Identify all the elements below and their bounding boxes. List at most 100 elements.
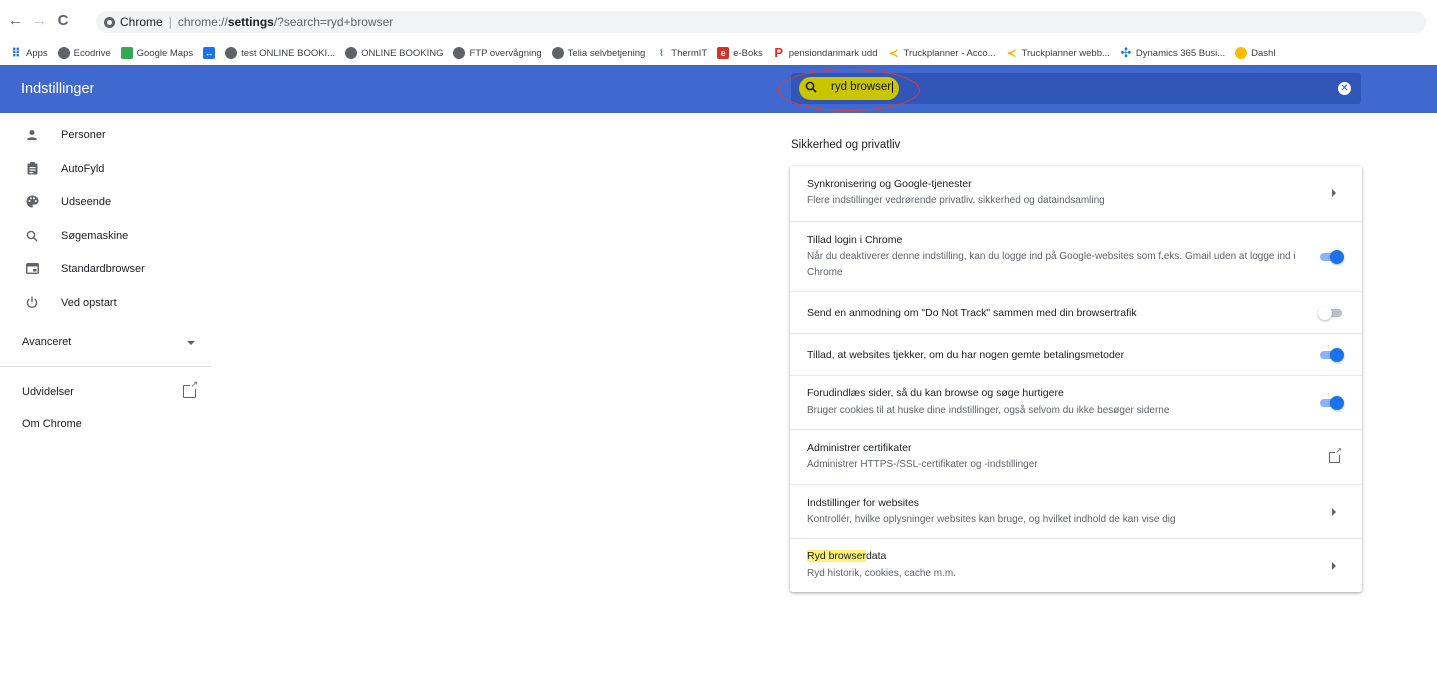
search-icon: [25, 229, 39, 243]
toggle-preload[interactable]: [1318, 396, 1344, 410]
sidebar-item-autofyld[interactable]: AutoFyld: [0, 152, 212, 185]
bookmark-ftp[interactable]: FTP overvågning: [453, 47, 542, 59]
toggle-knob: [1330, 250, 1344, 264]
address-separator: |: [168, 15, 172, 29]
bookmark-apps[interactable]: ⠿ Apps: [10, 47, 47, 59]
bookmark-label: Truckplanner - Acco...: [903, 47, 996, 59]
row-sync[interactable]: Synkronisering og Google-tjenester Flere…: [790, 166, 1362, 221]
open-in-new-icon[interactable]: [1329, 447, 1342, 463]
sidebar-item-label: Personer: [61, 128, 106, 141]
row-manage-certificates[interactable]: Administrer certifikater Administrer HTT…: [790, 429, 1362, 484]
reload-icon[interactable]: C: [56, 12, 70, 29]
sidebar-item-sogemaskine[interactable]: Søgemaskine: [0, 219, 212, 252]
row-site-settings[interactable]: Indstillinger for websites Kontrollér, h…: [790, 484, 1362, 538]
row-subtitle: Flere indstillinger vedrørende privatliv…: [807, 195, 1105, 206]
chevron-down-icon[interactable]: [187, 341, 195, 345]
bookmark-label: FTP overvågning: [469, 47, 542, 59]
row-title: Ryd browserdata: [807, 550, 886, 562]
globe-icon: [345, 47, 358, 59]
bookmark-dynamics[interactable]: ✣ Dynamics 365 Busi...: [1120, 46, 1226, 59]
bookmark-thermit[interactable]: ⌇ ThermIT: [655, 47, 707, 59]
row-subtitle: Ryd historik, cookies, cache m.m.: [807, 568, 956, 579]
google-maps-icon: [120, 47, 133, 59]
sidebar-item-label: Standardbrowser: [61, 262, 145, 275]
bookmark-truckplanner-web[interactable]: ≺ Truckplanner webb...: [1006, 47, 1110, 59]
row-do-not-track: Send en anmodning om "Do Not Track" samm…: [790, 291, 1362, 333]
bookmark-label: Telia selvbetjening: [567, 47, 646, 59]
person-icon: [25, 128, 39, 142]
chevron-right-icon[interactable]: [1332, 508, 1336, 516]
clipboard-icon: [25, 162, 39, 176]
chevron-right-icon[interactable]: [1332, 562, 1336, 570]
sidebar-item-label: AutoFyld: [61, 162, 105, 175]
clear-search-icon[interactable]: ✕: [1338, 82, 1351, 95]
sidebar-advanced[interactable]: Avanceret: [22, 336, 71, 348]
sidebar-item-standardbrowser[interactable]: Standardbrowser: [0, 252, 212, 285]
address-url: chrome://settings/?search=ryd+browser: [178, 15, 393, 29]
row-subtitle: Bruger cookies til at huske dine indstil…: [807, 405, 1170, 416]
toggle-knob: [1330, 348, 1344, 362]
address-bar[interactable]: Chrome | chrome://settings/?search=ryd+b…: [96, 11, 1426, 33]
bookmark-label: ThermIT: [671, 47, 708, 59]
sidebar-item-label: Søgemaskine: [61, 229, 129, 242]
truckplanner-icon: ≺: [1006, 46, 1017, 60]
row-subtitle: Når du deaktiverer denne indstilling, ka…: [807, 251, 1296, 278]
bookmark-dashboard[interactable]: Dashl: [1235, 47, 1275, 59]
sidebar-item-label: Ved opstart: [61, 296, 117, 309]
globe-icon: [225, 47, 238, 59]
chevron-right-icon[interactable]: [1332, 189, 1336, 197]
row-title-rest: data: [865, 550, 887, 562]
bookmark-eboks[interactable]: e e-Boks: [717, 47, 763, 59]
bookmark-label: Ecodrive: [73, 47, 111, 59]
search-icon: [805, 81, 817, 93]
forward-icon[interactable]: →: [32, 12, 47, 29]
url-host: settings: [227, 15, 274, 29]
row-allow-login: Tillad login i Chrome Når du deaktiverer…: [790, 221, 1362, 291]
bookmark-online-booking[interactable]: ONLINE BOOKING: [345, 47, 443, 59]
bookmark-ecodrive[interactable]: Ecodrive: [57, 47, 111, 59]
bookmark-pensiondanmark[interactable]: Ppensiondanmark udd: [773, 45, 878, 60]
open-in-new-icon[interactable]: [183, 380, 198, 398]
bookmark-test-online-booking[interactable]: test ONLINE BOOKI...: [225, 47, 335, 59]
site-chip[interactable]: Chrome: [104, 15, 163, 29]
sidebar-about-chrome[interactable]: Om Chrome: [22, 418, 82, 430]
row-title: Indstillinger for websites: [807, 497, 920, 509]
bookmark-label: pensiondanmark udd: [788, 47, 878, 59]
search-match-highlight: Ryd browser: [807, 550, 866, 562]
globe-icon: [57, 47, 70, 59]
bookmark-label: Dashl: [1251, 47, 1276, 59]
row-clear-browsing-data[interactable]: Ryd browserdata Ryd historik, cookies, c…: [790, 538, 1362, 592]
bookmark-label: test ONLINE BOOKI...: [241, 47, 336, 59]
toggle-do-not-track[interactable]: [1318, 306, 1344, 320]
sidebar-item-ved-opstart[interactable]: Ved opstart: [0, 286, 212, 319]
bookmark-teamviewer[interactable]: ↔: [203, 47, 216, 59]
toggle-knob: [1318, 306, 1332, 320]
browser-toolbar: ← → C Chrome | chrome://settings/?search…: [0, 0, 1437, 42]
search-value: ryd browser: [831, 81, 894, 93]
palette-icon: [25, 195, 39, 209]
bookmark-telia[interactable]: Telia selvbetjening: [551, 47, 646, 59]
row-title: Administrer certifikater: [807, 442, 912, 454]
nav-buttons: ← → C: [8, 12, 70, 29]
bookmark-truckplanner-account[interactable]: ≺ Truckplanner - Acco...: [888, 47, 996, 59]
section-title: Sikkerhed og privatliv: [791, 139, 901, 151]
settings-card: Synkronisering og Google-tjenester Flere…: [790, 166, 1362, 592]
toggle-allow-login[interactable]: [1318, 250, 1344, 264]
row-title: Forudindlæs sider, så du kan browse og s…: [807, 387, 1064, 399]
row-title: Send en anmodning om "Do Not Track" samm…: [807, 307, 1137, 319]
bookmark-google-maps[interactable]: Google Maps: [120, 47, 193, 59]
settings-search-input[interactable]: ryd browser ✕: [791, 73, 1361, 104]
back-icon[interactable]: ←: [8, 12, 23, 29]
sidebar-extensions[interactable]: Udvidelser: [22, 386, 74, 398]
settings-header: Indstillinger ryd browser ✕: [0, 65, 1437, 113]
bookmark-label: Dynamics 365 Busi...: [1135, 47, 1226, 59]
sidebar-item-personer[interactable]: Personer: [0, 118, 212, 151]
row-subtitle: Kontrollér, hvilke oplysninger websites …: [807, 514, 1176, 525]
row-title: Synkronisering og Google-tjenester: [807, 178, 972, 190]
sidebar-item-udseende[interactable]: Udseende: [0, 185, 212, 218]
toggle-payment-methods[interactable]: [1318, 348, 1344, 362]
browser-icon: [25, 262, 39, 276]
pension-icon: P: [774, 45, 784, 60]
text-caret: [892, 81, 894, 93]
url-path: /?search=ryd+browser: [273, 15, 394, 29]
